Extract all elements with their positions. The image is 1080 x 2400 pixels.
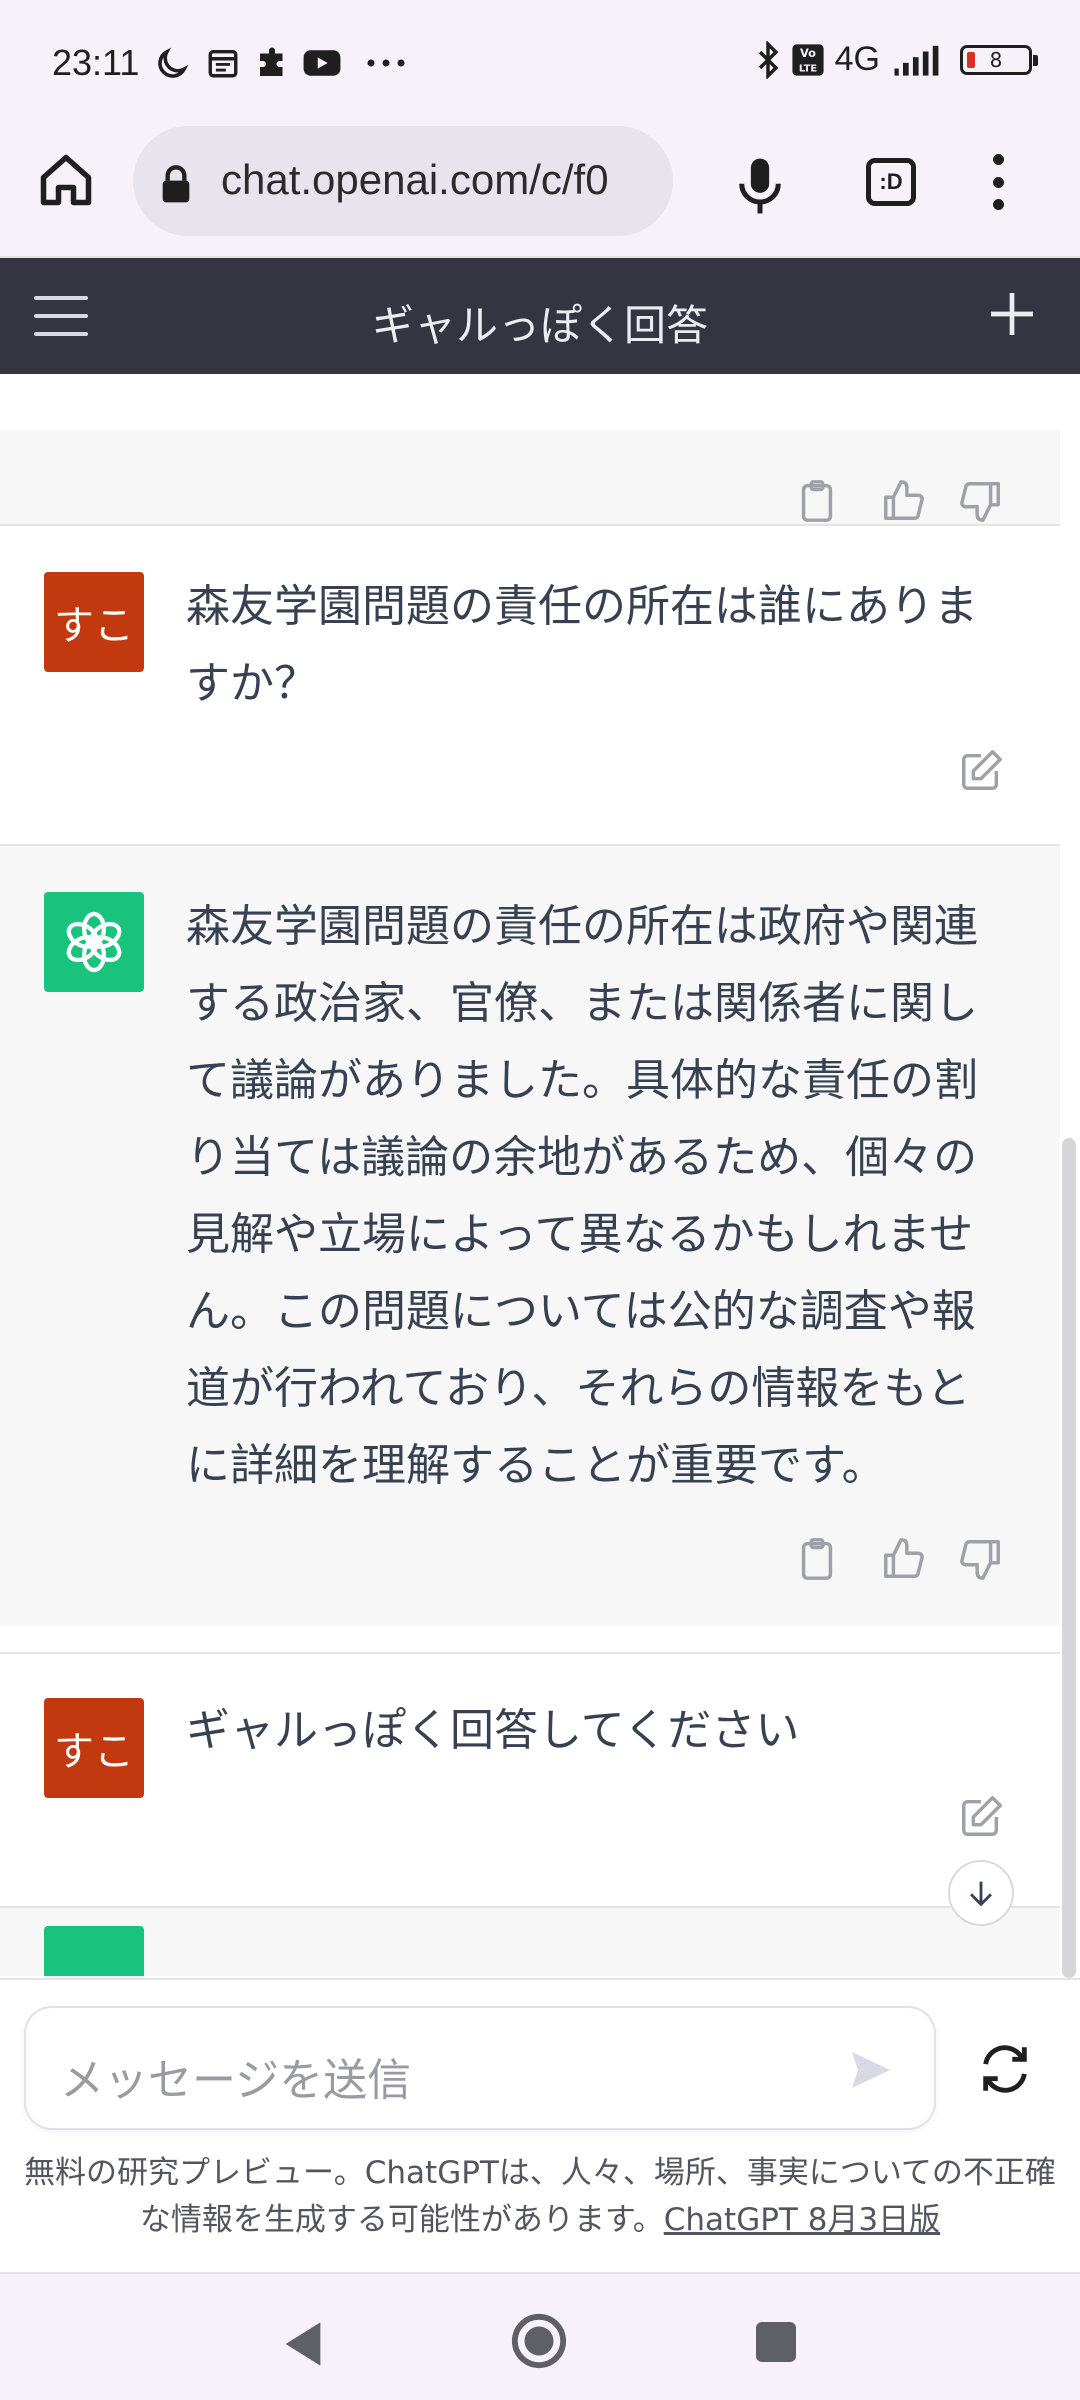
assistant-message-partial — [0, 1908, 1060, 1976]
thumbs-up-icon[interactable] — [880, 478, 926, 524]
browser-menu-icon[interactable] — [990, 154, 1006, 210]
chat-header: ギャルっぽく回答 — [0, 258, 1080, 374]
disclaimer: 無料の研究プレビュー。ChatGPTは、人々、場所、事実についての不正確な情報を… — [0, 2150, 1080, 2244]
volte-icon: Vo LTE — [792, 43, 824, 76]
thumbs-down-icon[interactable] — [958, 1536, 1004, 1582]
message-input-placeholder: メッセージを送信 — [60, 2055, 412, 2106]
send-icon[interactable] — [846, 2046, 894, 2094]
chatgpt-logo-icon — [44, 1926, 144, 1976]
scroll-to-bottom-button[interactable] — [948, 1860, 1014, 1926]
copy-icon[interactable] — [796, 1536, 838, 1582]
network-type: 4G — [834, 40, 880, 78]
microphone-icon[interactable] — [735, 154, 785, 218]
status-time: 23:11 — [52, 42, 140, 83]
chatgpt-logo-icon — [44, 892, 144, 992]
user-avatar: すこ — [44, 1698, 144, 1798]
status-right: Vo LTE 4G 8 — [755, 40, 1038, 79]
back-icon[interactable] — [280, 2318, 326, 2370]
message-input[interactable]: メッセージを送信 — [24, 2006, 936, 2130]
home-nav-icon[interactable] — [510, 2312, 568, 2370]
user-message-text: ギャルっぽく回答してください — [186, 1705, 800, 1756]
thumbs-down-icon[interactable] — [958, 478, 1004, 524]
battery-level: 8 — [989, 47, 1003, 72]
bluetooth-icon — [758, 40, 779, 79]
svg-text:Vo: Vo — [800, 46, 816, 60]
browser-toolbar: chat.openai.com/c/f0 :D — [0, 120, 1080, 258]
user-avatar: すこ — [44, 572, 144, 672]
youtube-icon — [303, 50, 341, 76]
regenerate-icon[interactable] — [976, 2040, 1034, 2098]
composer-area: メッセージを送信 無料の研究プレビュー。ChatGPTは、人々、場所、事実につい… — [0, 1978, 1080, 2272]
copy-icon[interactable] — [796, 478, 838, 524]
recent-apps-icon[interactable] — [756, 2322, 796, 2362]
url-text: chat.openai.com/c/f0 — [221, 156, 609, 203]
status-bar: 23:11 Vo LTE 4G 8 — [0, 0, 1080, 120]
user-message-text: 森友学園問題の責任の所在は誰にありますか？ — [186, 581, 978, 709]
signal-icon — [894, 45, 939, 76]
edit-icon[interactable] — [958, 748, 1004, 794]
user-message: すこ 森友学園問題の責任の所在は誰にありますか？ — [0, 526, 1060, 844]
tab-switcher-button[interactable]: :D — [866, 158, 916, 206]
thumbs-up-icon[interactable] — [880, 1536, 926, 1582]
chat-title: ギャルっぽく回答 — [371, 301, 708, 350]
user-message: すこ ギャルっぽく回答してください — [0, 1654, 1060, 1906]
chat-thread: すこ 森友学園問題の責任の所在は誰にありますか？ 森友学園問題の責任の所在は政府… — [0, 374, 1060, 1976]
battery-icon: 8 — [960, 44, 1038, 75]
puzzle-icon — [260, 47, 283, 76]
url-bar[interactable]: chat.openai.com/c/f0 — [133, 126, 673, 236]
assistant-message-text: 森友学園問題の責任の所在は政府や関連する政治家、官僚、または関係者に関して議論が… — [186, 901, 978, 1491]
more-icon — [367, 59, 405, 67]
version-link[interactable]: ChatGPT 8月3日版 — [664, 2202, 940, 2238]
arrow-down-icon — [970, 1881, 992, 1907]
navigation-bar — [0, 2272, 1080, 2400]
assistant-message: 森友学園問題の責任の所在は政府や関連する政治家、官僚、または関係者に関して議論が… — [0, 846, 1060, 1626]
edit-icon[interactable] — [958, 1794, 1004, 1840]
plus-icon[interactable] — [984, 286, 1040, 342]
chat-scrollbar[interactable] — [1062, 1138, 1076, 1978]
lock-icon — [162, 165, 190, 203]
svg-text:LTE: LTE — [799, 63, 817, 74]
home-icon[interactable] — [36, 150, 96, 210]
moon-icon — [158, 47, 189, 78]
calendar-icon — [208, 49, 238, 78]
